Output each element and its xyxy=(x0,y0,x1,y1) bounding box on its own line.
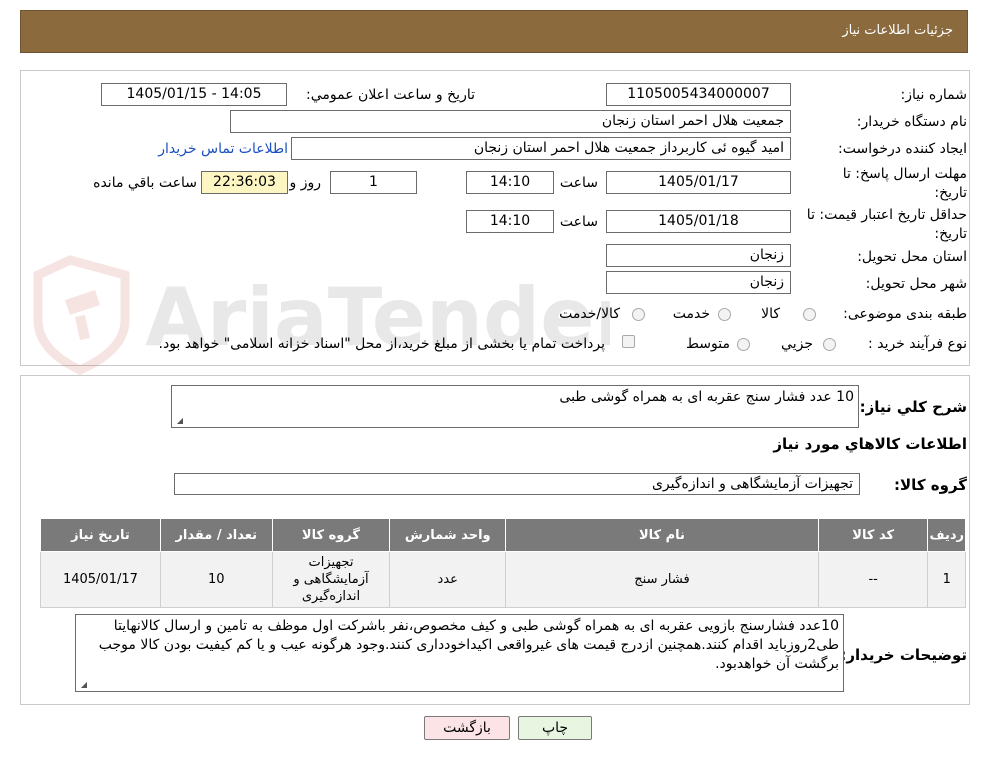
back-button[interactable]: بازگشت xyxy=(424,716,510,740)
goods-group-label: گروه کالا: xyxy=(894,476,967,494)
col-code-header: کد کالا xyxy=(817,518,929,552)
buyer-org-label: نام دستگاه خريدار: xyxy=(856,114,967,130)
process-medium-label: متوسط xyxy=(686,336,730,352)
deadline-date-field: 1405/01/17 xyxy=(606,171,791,194)
col-name-header: نام کالا xyxy=(505,518,819,552)
creator-label: ایجاد کننده درخواست: xyxy=(838,141,967,157)
category-goods-service-radio[interactable] xyxy=(632,308,645,321)
items-table: رديف کد کالا نام کالا واحد شمارش گروه کا… xyxy=(40,518,966,608)
deadline-time-field: 14:10 xyxy=(466,171,554,194)
contact-info-link[interactable]: اطلاعات تماس خریدار xyxy=(158,141,288,157)
page-header: جزئیات اطلاعات نیاز xyxy=(20,10,968,53)
category-goods-label: کالا xyxy=(761,306,780,322)
process-label: نوع فرآیند خرید : xyxy=(868,336,967,352)
deadline-time-label: ساعت xyxy=(559,175,598,191)
category-label: طبقه بندی موضوعی: xyxy=(843,306,967,322)
cell-name: فشار سنج xyxy=(505,551,819,608)
days-field: 1 xyxy=(330,171,417,194)
col-unit-header: واحد شمارش xyxy=(389,518,507,552)
description-textarea[interactable]: 10 عدد فشار سنج عقربه ای به همراه گوشی ط… xyxy=(171,385,859,428)
category-goods-radio[interactable] xyxy=(803,308,816,321)
province-label: استان محل تحویل: xyxy=(857,249,967,265)
creator-field: امید گیوه ئی کاربرداز جمعیت هلال احمر اس… xyxy=(291,137,791,160)
print-button[interactable]: چاپ xyxy=(518,716,592,740)
category-service-label: خدمت xyxy=(672,306,710,322)
city-field: زنجان xyxy=(606,271,791,294)
announce-label: تاریخ و ساعت اعلان عمومي: xyxy=(306,87,475,103)
treasury-payment-checkbox[interactable] xyxy=(622,335,635,348)
buyer-notes-text: 10عدد فشارسنج بازویی عقربه ای به همراه گ… xyxy=(98,618,839,672)
remaining-time-field: 22:36:03 xyxy=(201,171,288,194)
table-row: 1 -- فشار سنج عدد تجهیزات آزمایشگاهی و ا… xyxy=(40,551,966,608)
announce-field: 1405/01/15 - 14:05 xyxy=(101,83,287,106)
province-field: زنجان xyxy=(606,244,791,267)
validity-label: حداقل تاریخ اعتبار قیمت: تا تاریخ: xyxy=(806,207,967,242)
buyer-org-field: جمعیت هلال احمر استان زنجان xyxy=(230,110,791,133)
payment-note: پرداخت تمام یا بخشی از مبلغ خرید،از محل … xyxy=(158,336,605,352)
buyer-notes-textarea[interactable]: 10عدد فشارسنج بازویی عقربه ای به همراه گ… xyxy=(75,614,844,692)
city-label: شهر محل تحویل: xyxy=(865,276,967,292)
cell-unit: عدد xyxy=(389,551,507,608)
need-number-field: 1105005434000007 xyxy=(606,83,791,106)
goods-group-field: تجهیزات آزمایشگاهی و اندازه‌گیری xyxy=(174,473,860,495)
description-label: شرح کلي نياز: xyxy=(859,398,967,416)
cell-row: 1 xyxy=(927,551,966,608)
process-minor-radio[interactable] xyxy=(823,338,836,351)
col-date-header: تاريخ نياز xyxy=(40,518,161,552)
validity-date-field: 1405/01/18 xyxy=(606,210,791,233)
validity-time-field: 14:10 xyxy=(466,210,554,233)
validity-time-label: ساعت xyxy=(559,214,598,230)
col-row-header: رديف xyxy=(927,518,966,552)
col-group-header: گروه کالا xyxy=(271,518,391,552)
description-text: 10 عدد فشار سنج عقربه ای به همراه گوشی ط… xyxy=(559,389,854,405)
resize-grip-icon[interactable]: ◢ xyxy=(79,681,87,689)
col-qty-header: تعداد / مقدار xyxy=(159,518,273,552)
cell-code: -- xyxy=(817,551,929,608)
goods-section-title: اطلاعات کالاهاي مورد نياز xyxy=(773,435,967,453)
buyer-notes-label: توضیحات خریدار: xyxy=(840,646,967,664)
category-service-radio[interactable] xyxy=(718,308,731,321)
cell-qty: 10 xyxy=(159,551,273,608)
deadline-label: مهلت ارسال پاسخ: تا تاریخ: xyxy=(842,166,967,201)
process-minor-label: جزیي xyxy=(781,336,813,352)
cell-date: 1405/01/17 xyxy=(40,551,161,608)
need-number-label: شماره نیاز: xyxy=(900,87,968,103)
days-label: روز و xyxy=(289,175,322,191)
category-goods-service-label: کالا/خدمت xyxy=(559,306,620,322)
cell-group: تجهیزات آزمایشگاهی و اندازه‌گیری xyxy=(271,551,391,608)
page-title: جزئیات اطلاعات نیاز xyxy=(842,23,953,38)
remaining-label: ساعت باقي مانده xyxy=(93,175,197,191)
process-medium-radio[interactable] xyxy=(737,338,750,351)
resize-grip-icon[interactable]: ◢ xyxy=(175,417,183,425)
